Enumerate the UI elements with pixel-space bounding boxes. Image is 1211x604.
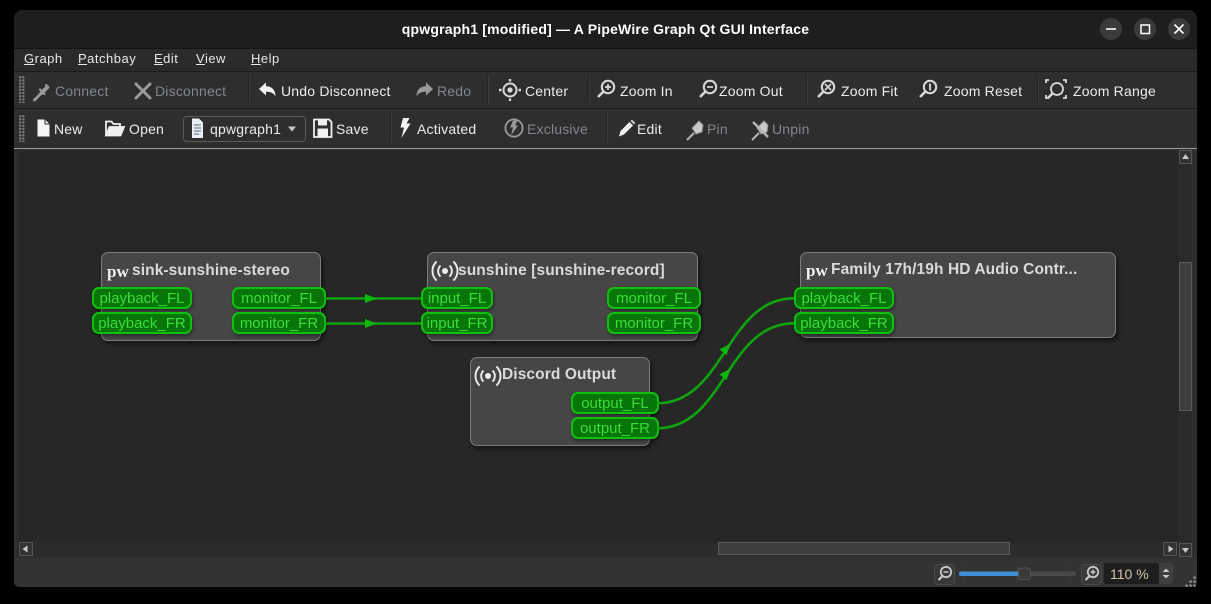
svg-text:pw: pw (806, 261, 828, 280)
svg-text:pw: pw (107, 262, 129, 281)
